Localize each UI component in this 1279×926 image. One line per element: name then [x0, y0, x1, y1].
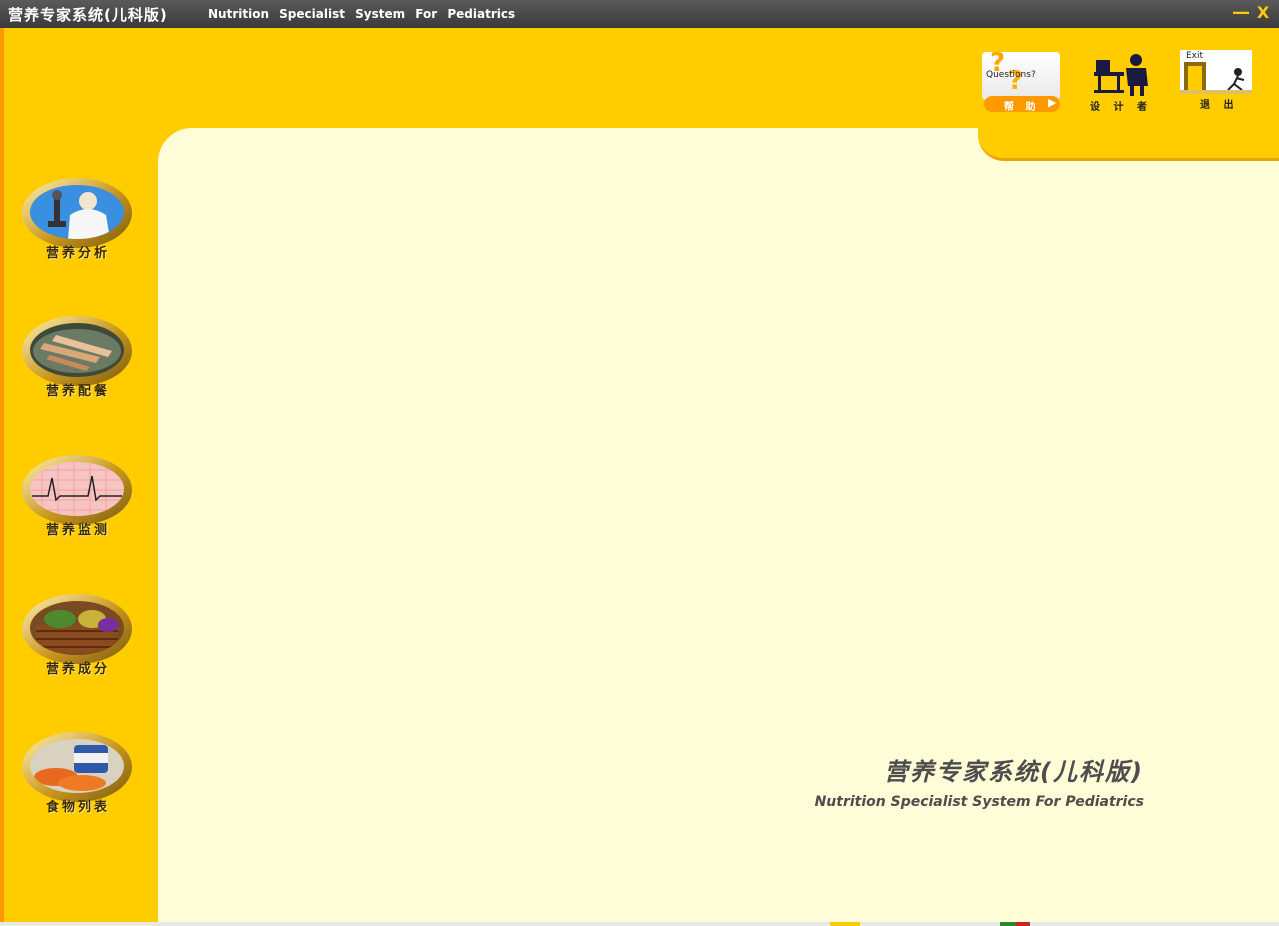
food-items-icon [30, 739, 124, 793]
exit-label: 退 出 [1200, 100, 1239, 111]
close-button[interactable]: X [1254, 2, 1272, 24]
running-figure-icon [1180, 62, 1252, 94]
sidebar-edge [0, 28, 4, 926]
sidebar-item-label: 营养配餐 [45, 384, 110, 399]
designer-icon [1094, 54, 1148, 96]
taskbar-item [1000, 922, 1016, 926]
scientist-microscope-icon [30, 185, 124, 239]
sidebar-item-label: 营养分析 [45, 246, 110, 261]
designer-button[interactable]: 设 计 者 [1090, 52, 1160, 116]
sidebar-item-nutrient-composition[interactable]: 营养成分 [22, 594, 136, 686]
food-basket-icon [30, 601, 124, 655]
help-button[interactable]: ? ? Questions? 帮 助 ▶ [982, 48, 1062, 116]
sidebar-item-nutrition-analysis[interactable]: 营养分析 [22, 178, 136, 270]
food-items-illustration [34, 745, 108, 791]
header-band [0, 28, 1279, 128]
exit-button[interactable]: Exit 退 出 [1178, 50, 1254, 116]
meal-plate-icon [30, 323, 124, 377]
minimize-button[interactable]: — [1232, 2, 1250, 24]
sidebar-item-label: 食物列表 [45, 800, 110, 815]
question-icon: ? ? Questions? [982, 48, 1060, 100]
basket-illustration [36, 610, 118, 653]
heartbeat-monitor-icon [30, 462, 124, 516]
ecg-illustration [30, 462, 124, 516]
window-title-en: Nutrition Specialist System For Pediatri… [208, 7, 516, 21]
help-card-text: Questions? [986, 70, 1036, 80]
sidebar-item-nutrition-monitoring[interactable]: 营养监测 [22, 455, 136, 547]
window-title-cn: 营养专家系统(儿科版) [8, 6, 168, 24]
meal-illustration [33, 329, 121, 373]
main-title-cn: 营养专家系统(儿科版) [884, 758, 1144, 786]
designer-label: 设 计 者 [1090, 102, 1152, 113]
title-bar[interactable]: 营养专家系统(儿科版) Nutrition Specialist System … [0, 0, 1279, 28]
taskbar-strip [0, 922, 1279, 926]
sidebar-item-food-list[interactable]: 食物列表 [22, 732, 136, 824]
scientist-illustration [48, 190, 110, 239]
taskbar-item [830, 922, 860, 926]
main-title-en: Nutrition Specialist System For Pediatri… [814, 794, 1144, 810]
sidebar-item-label: 营养成分 [45, 662, 110, 677]
sidebar-item-label: 营养监测 [45, 523, 110, 538]
sidebar-item-meal-planning[interactable]: 营养配餐 [22, 316, 136, 408]
header-tab-shape [978, 128, 1279, 161]
help-label: 帮 助 [1004, 102, 1040, 113]
play-arrow-icon: ▶ [1048, 96, 1057, 109]
exit-door-icon: Exit [1180, 50, 1252, 94]
taskbar-item [1016, 922, 1030, 926]
